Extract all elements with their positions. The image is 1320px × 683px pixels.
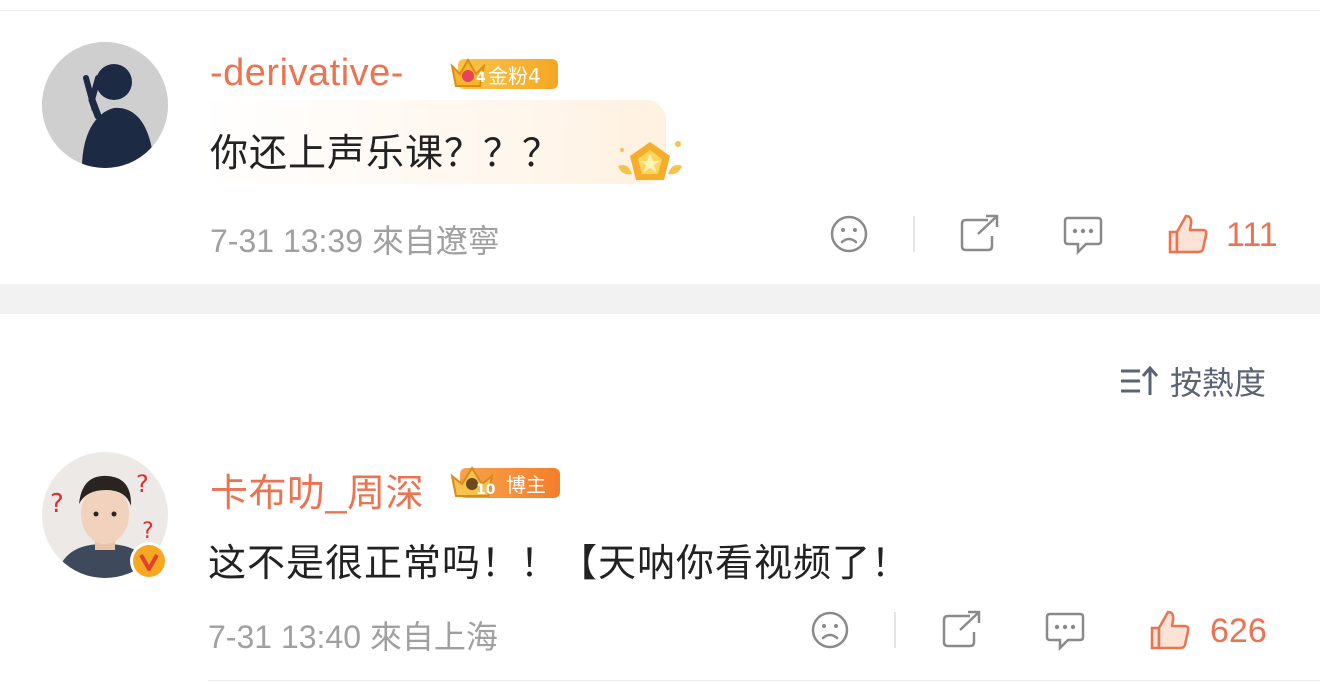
verified-v-icon	[128, 540, 170, 582]
badge-level: 4	[476, 70, 486, 86]
thumbs-up-icon[interactable]	[1166, 212, 1210, 256]
username[interactable]: -derivative-	[210, 52, 404, 95]
share-icon[interactable]	[958, 214, 1000, 254]
fan-badge[interactable]: 金粉4 4	[448, 56, 560, 92]
comment-meta: 7-31 13:40 來自上海	[208, 619, 498, 655]
sort-button[interactable]: 按熱度	[1118, 358, 1266, 404]
sort-icon	[1118, 363, 1162, 399]
star-medal-icon	[612, 136, 688, 196]
sad-face-icon[interactable]	[810, 610, 850, 650]
badge-level: 10	[476, 482, 496, 498]
bottom-divider	[208, 680, 1320, 681]
sort-label: 按熱度	[1170, 364, 1267, 402]
avatar[interactable]	[42, 42, 168, 168]
like-count: 626	[1210, 612, 1267, 650]
sad-face-icon[interactable]	[829, 214, 869, 254]
divider	[913, 216, 915, 252]
comment-icon[interactable]	[1062, 214, 1104, 256]
comment-text: 你还上声乐课？？？	[210, 131, 562, 175]
top-divider	[0, 0, 1320, 11]
owner-badge-label: 博主	[506, 472, 546, 497]
like-count: 111	[1226, 216, 1278, 254]
username[interactable]: 卡布叻_周深	[210, 462, 424, 517]
fan-badge-label: 金粉4	[488, 63, 541, 88]
svg-text:?: ?	[136, 470, 149, 498]
section-separator	[0, 284, 1320, 314]
share-icon[interactable]	[940, 610, 982, 650]
comment-text: 这不是很正常吗！！【天呐你看视频了！	[208, 541, 911, 585]
comment-meta: 7-31 13:39 來自遼寧	[210, 223, 500, 259]
comment-icon[interactable]	[1044, 610, 1086, 652]
avatar[interactable]: ? ? ?	[42, 452, 172, 582]
divider	[894, 612, 896, 648]
svg-text:?: ?	[50, 489, 64, 519]
owner-badge[interactable]: 博主 10	[448, 464, 562, 502]
thumbs-up-icon[interactable]	[1148, 608, 1192, 652]
